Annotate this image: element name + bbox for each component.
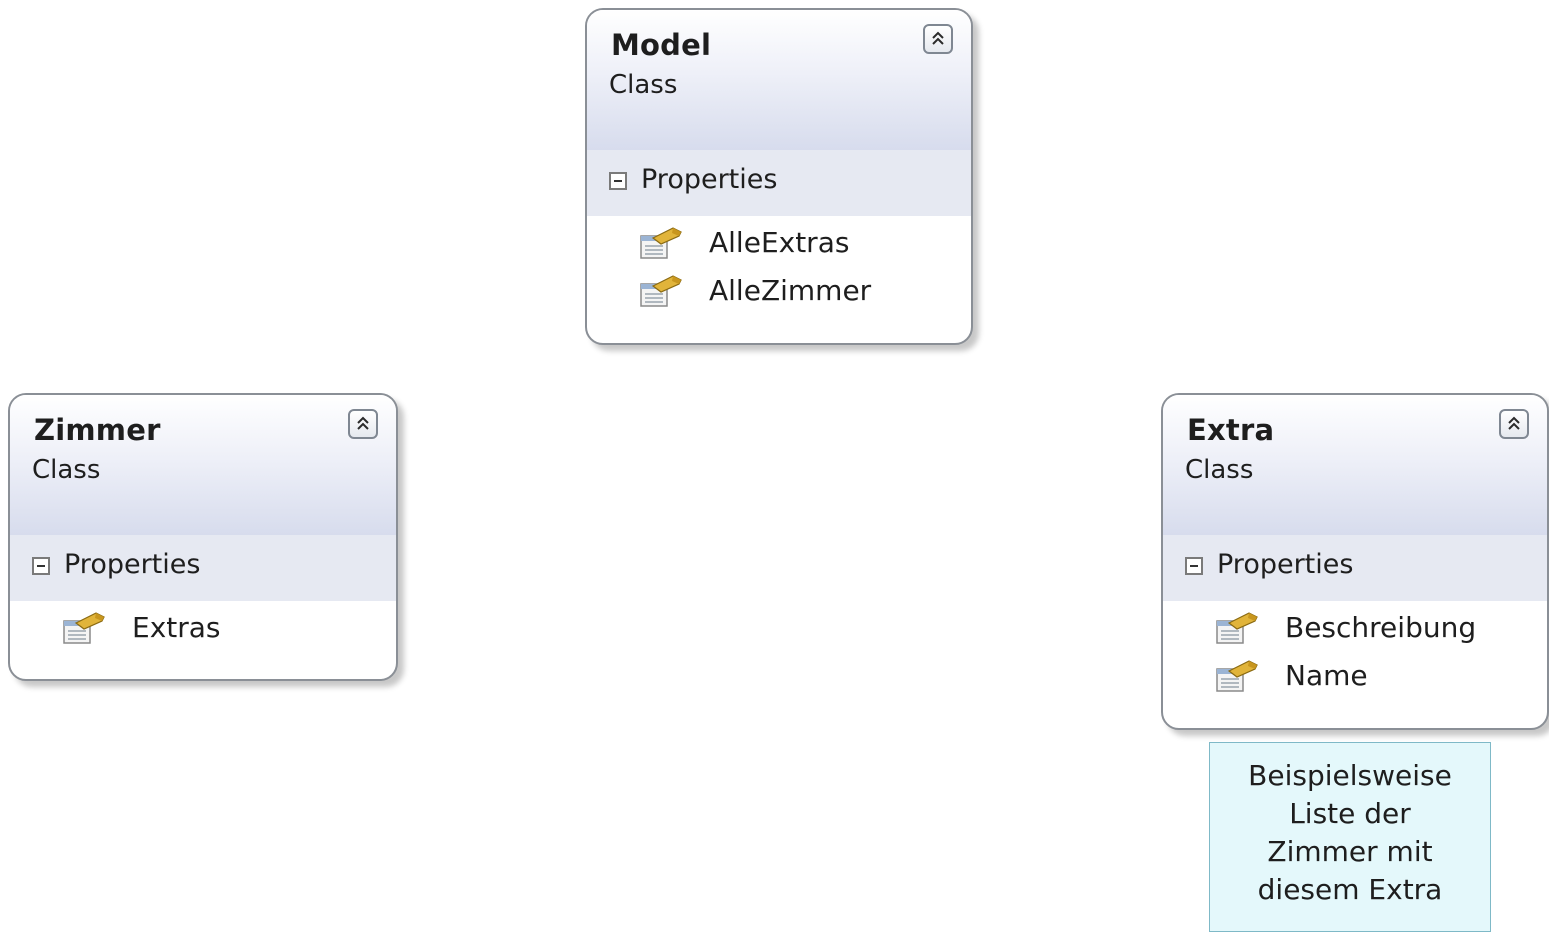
property-label: Extras [132,611,221,644]
collapse-button[interactable] [1499,409,1529,439]
class-header-extra: Extra Class [1163,395,1547,535]
property-row[interactable]: AlleExtras [587,220,971,268]
property-label: Beschreibung [1285,611,1477,644]
section-label: Properties [641,164,778,195]
class-box-extra[interactable]: Extra Class Properties Beschreibung Name [1161,393,1549,730]
double-chevron-up-icon [355,415,371,433]
property-row[interactable]: Beschreibung [1163,605,1547,653]
properties-section-header[interactable]: Properties [10,535,396,601]
class-kind: Class [609,70,678,100]
class-header-zimmer: Zimmer Class [10,395,396,535]
minus-box-icon[interactable] [32,557,50,575]
property-label: Name [1285,659,1368,692]
minus-box-icon[interactable] [1185,557,1203,575]
double-chevron-up-icon [1506,415,1522,433]
class-name: Zimmer [34,413,161,447]
class-box-zimmer[interactable]: Zimmer Class Properties Extras [8,393,398,681]
property-label: AlleExtras [709,226,850,259]
property-list: AlleExtras AlleZimmer [587,216,971,316]
class-name: Model [611,28,712,62]
section-label: Properties [1217,549,1354,580]
collapse-button[interactable] [348,409,378,439]
comment-note[interactable]: Beispielsweise Liste der Zimmer mit dies… [1209,742,1491,932]
class-name: Extra [1187,413,1275,447]
note-line: Zimmer mit [1267,835,1433,868]
properties-section-header[interactable]: Properties [1163,535,1547,601]
note-line: diesem Extra [1257,873,1443,906]
property-label: AlleZimmer [709,274,872,307]
property-row[interactable]: Name [1163,653,1547,701]
minus-box-icon[interactable] [609,172,627,190]
collapse-button[interactable] [923,24,953,54]
property-row[interactable]: AlleZimmer [587,268,971,316]
class-box-model[interactable]: Model Class Properties AlleExtras AlleZi… [585,8,973,345]
properties-section-header[interactable]: Properties [587,150,971,216]
class-kind: Class [32,455,101,485]
property-icon [1215,611,1259,647]
section-label: Properties [64,549,201,580]
property-icon [1215,659,1259,695]
double-chevron-up-icon [930,30,946,48]
class-kind: Class [1185,455,1254,485]
note-line: Beispielsweise [1248,759,1452,792]
property-icon [639,226,683,262]
property-row[interactable]: Extras [10,605,396,653]
note-line: Liste der [1289,797,1411,830]
property-icon [62,611,106,647]
property-icon [639,274,683,310]
property-list: Beschreibung Name [1163,601,1547,701]
class-header-model: Model Class [587,10,971,150]
property-list: Extras [10,601,396,653]
